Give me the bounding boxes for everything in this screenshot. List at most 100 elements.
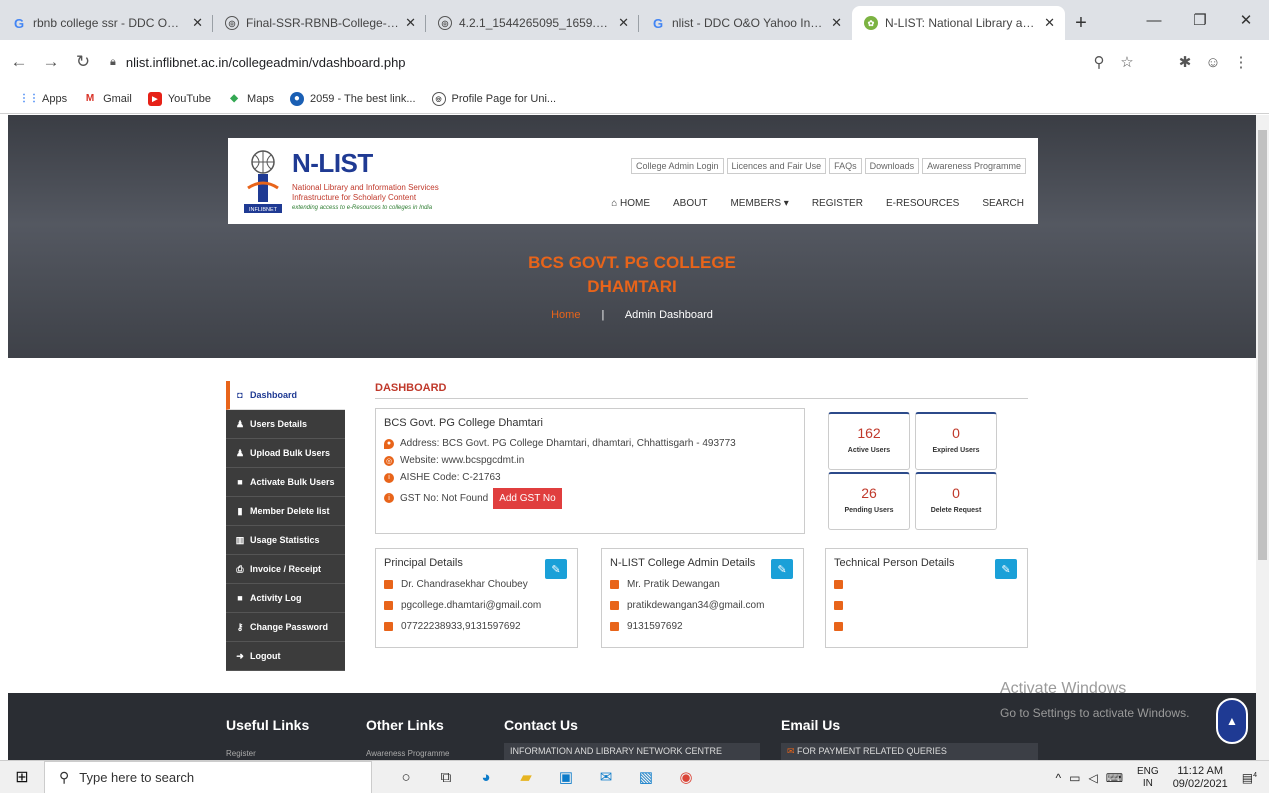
close-icon[interactable]: ✕	[831, 15, 842, 31]
bookmark-link[interactable]: ● 2059 - The best link...	[289, 91, 416, 106]
sidebar-item-logout[interactable]: ➜ Logout	[226, 642, 345, 671]
close-icon[interactable]: ✕	[192, 15, 203, 31]
logo-subtitle: National Library and Information Service…	[292, 183, 439, 192]
edit-admin-button[interactable]: ✎	[771, 559, 793, 579]
nav-eresources[interactable]: E-RESOURCES	[886, 198, 959, 209]
cortana-icon[interactable]: ○	[386, 761, 426, 793]
sidebar-item-invoice-receipt[interactable]: ⎙ Invoice / Receipt	[226, 555, 345, 584]
bookmark-gmail[interactable]: M Gmail	[83, 92, 132, 106]
bar-chart-icon: ▥	[235, 534, 245, 545]
sidebar-item-member-delete-list[interactable]: ▮ Member Delete list	[226, 497, 345, 526]
chevron-up-icon[interactable]: ^	[1055, 771, 1061, 785]
file-explorer-icon[interactable]: ▰	[506, 761, 546, 793]
edit-technical-button[interactable]: ✎	[995, 559, 1017, 579]
stat-active-users[interactable]: 162 Active Users	[828, 412, 910, 470]
task-view-icon[interactable]: ⧉	[426, 761, 466, 793]
add-gst-button[interactable]: Add GST No	[493, 487, 562, 509]
browser-tab[interactable]: G rbnb college ssr - DDC O&O Y ✕	[0, 6, 213, 40]
tab-title: Final-SSR-RBNB-College-after-	[246, 16, 400, 30]
breadcrumb-current: Admin Dashboard	[624, 309, 713, 321]
page-title: DASHBOARD	[375, 382, 447, 394]
bookmark-apps[interactable]: ⋮⋮ Apps	[19, 92, 67, 106]
avatar[interactable]: ☺	[1199, 54, 1227, 71]
breadcrumb: Home | Admin Dashboard	[8, 309, 1256, 321]
taskbar-search-input[interactable]: ⚲ Type here to search	[44, 760, 372, 793]
close-icon[interactable]: ✕	[1044, 15, 1055, 31]
stat-delete-request[interactable]: 0 Delete Request	[915, 472, 997, 530]
new-tab-button[interactable]: +	[1065, 6, 1097, 40]
browser-tab[interactable]: ◎ Final-SSR-RBNB-College-after- ✕	[213, 6, 426, 40]
bookmark-profile[interactable]: ◎ Profile Page for Uni...	[431, 91, 556, 106]
network-icon[interactable]: ▭	[1069, 771, 1080, 785]
users-upload-icon: ♟	[235, 447, 245, 458]
sidebar-item-activate-bulk-users[interactable]: ■ Activate Bulk Users	[226, 468, 345, 497]
chrome-icon[interactable]: ◉	[666, 761, 706, 793]
nav-home[interactable]: ⌂ HOME	[611, 198, 650, 209]
admin-details-card: N-LIST College Admin Details ✎ Mr. Prati…	[601, 548, 804, 648]
nav-search[interactable]: SEARCH	[982, 198, 1024, 209]
back-icon[interactable]: ←	[6, 52, 32, 72]
close-icon[interactable]: ✕	[618, 15, 629, 31]
sidebar-item-activity-log[interactable]: ■ Activity Log	[226, 584, 345, 613]
footer-link[interactable]: Register	[226, 749, 256, 758]
url-field[interactable]: 🔒︎ nlist.inflibnet.ac.in/collegeadmin/vd…	[110, 55, 1085, 70]
minimize-icon[interactable]: —	[1131, 0, 1177, 40]
sidebar-item-dashboard[interactable]: ◘ Dashboard	[226, 381, 345, 410]
notifications-icon[interactable]: ▤4	[1242, 771, 1257, 785]
zoom-icon[interactable]: ⚲	[1085, 53, 1113, 71]
close-icon[interactable]: ✕	[405, 15, 416, 31]
logo-subtitle: Infrastructure for Scholarly Content	[292, 193, 417, 202]
sidebar-item-usage-statistics[interactable]: ▥ Usage Statistics	[226, 526, 345, 555]
url-text: nlist.inflibnet.ac.in/collegeadmin/vdash…	[125, 54, 406, 70]
stat-expired-users[interactable]: 0 Expired Users	[915, 412, 997, 470]
volume-icon[interactable]: ◁	[1088, 771, 1097, 785]
principal-details-card: Principal Details ✎ Dr. Chandrasekhar Ch…	[375, 548, 578, 648]
link-icon: ●	[289, 91, 304, 106]
close-window-icon[interactable]: ✕	[1223, 0, 1269, 40]
restore-icon[interactable]: ❐	[1177, 0, 1223, 40]
browser-tab[interactable]: ◎ 4.2.1_1544265095_1659.pdf ✕	[426, 6, 639, 40]
breadcrumb-home[interactable]: Home	[551, 309, 580, 321]
sidebar-item-users-details[interactable]: ♟ Users Details	[226, 410, 345, 439]
browser-tab-active[interactable]: ✿ N-LIST: National Library and In ✕	[852, 6, 1065, 40]
reload-icon[interactable]: ↻	[70, 52, 96, 72]
menu-icon[interactable]: ⋮	[1227, 53, 1255, 71]
clock-date: 09/02/2021	[1172, 777, 1228, 790]
college-aishe: AISHE Code: C-21763	[400, 472, 501, 483]
windows-start-icon[interactable]: ⊞	[0, 767, 44, 787]
edit-principal-button[interactable]: ✎	[545, 559, 567, 579]
link-awareness[interactable]: Awareness Programme	[922, 158, 1026, 174]
sidebar-item-upload-bulk-users[interactable]: ♟ Upload Bulk Users	[226, 439, 345, 468]
link-college-admin-login[interactable]: College Admin Login	[630, 158, 724, 174]
keyboard-icon[interactable]: ⌨	[1106, 771, 1123, 785]
star-icon[interactable]: ☆	[1113, 53, 1141, 71]
tab-title: 4.2.1_1544265095_1659.pdf	[459, 16, 613, 30]
lock-icon[interactable]: 🔒︎	[110, 56, 116, 69]
edge-icon[interactable]: ◕	[466, 761, 506, 793]
language-indicator[interactable]: ENG IN	[1137, 766, 1159, 790]
photos-icon[interactable]: ▧	[626, 761, 666, 793]
sidebar-item-change-password[interactable]: ⚷ Change Password	[226, 613, 345, 642]
extensions-icon[interactable]: ✱	[1171, 53, 1199, 71]
link-licences[interactable]: Licences and Fair Use	[726, 158, 827, 174]
nav-register[interactable]: REGISTER	[812, 198, 863, 209]
store-icon[interactable]: ▣	[546, 761, 586, 793]
nav-members[interactable]: MEMBERS ▾	[730, 198, 788, 209]
taskbar-search-placeholder: Type here to search	[79, 769, 195, 785]
link-faqs[interactable]: FAQs	[829, 158, 862, 174]
browser-tab[interactable]: G nlist - DDC O&O Yahoo India ✕	[639, 6, 852, 40]
taskbar-clock[interactable]: 11:12 AM 09/02/2021	[1173, 765, 1228, 791]
stat-pending-users[interactable]: 26 Pending Users	[828, 472, 910, 530]
forward-icon[interactable]: →	[38, 52, 64, 72]
site-header: INFLIBNET N-LIST National Library and In…	[228, 138, 1038, 224]
footer-link[interactable]: Awareness Programme	[366, 749, 449, 758]
bookmark-youtube[interactable]: ▶ YouTube	[147, 91, 211, 106]
link-downloads[interactable]: Downloads	[864, 158, 920, 174]
page-scrollbar[interactable]	[1256, 115, 1269, 760]
scroll-to-top-button[interactable]: ▲	[1216, 698, 1248, 744]
nav-about[interactable]: ABOUT	[673, 198, 707, 209]
inflibnet-logo[interactable]: INFLIBNET	[242, 148, 284, 214]
bookmark-maps[interactable]: ◆ Maps	[227, 92, 274, 106]
phone-icon	[384, 622, 393, 631]
mail-icon[interactable]: ✉	[586, 761, 626, 793]
